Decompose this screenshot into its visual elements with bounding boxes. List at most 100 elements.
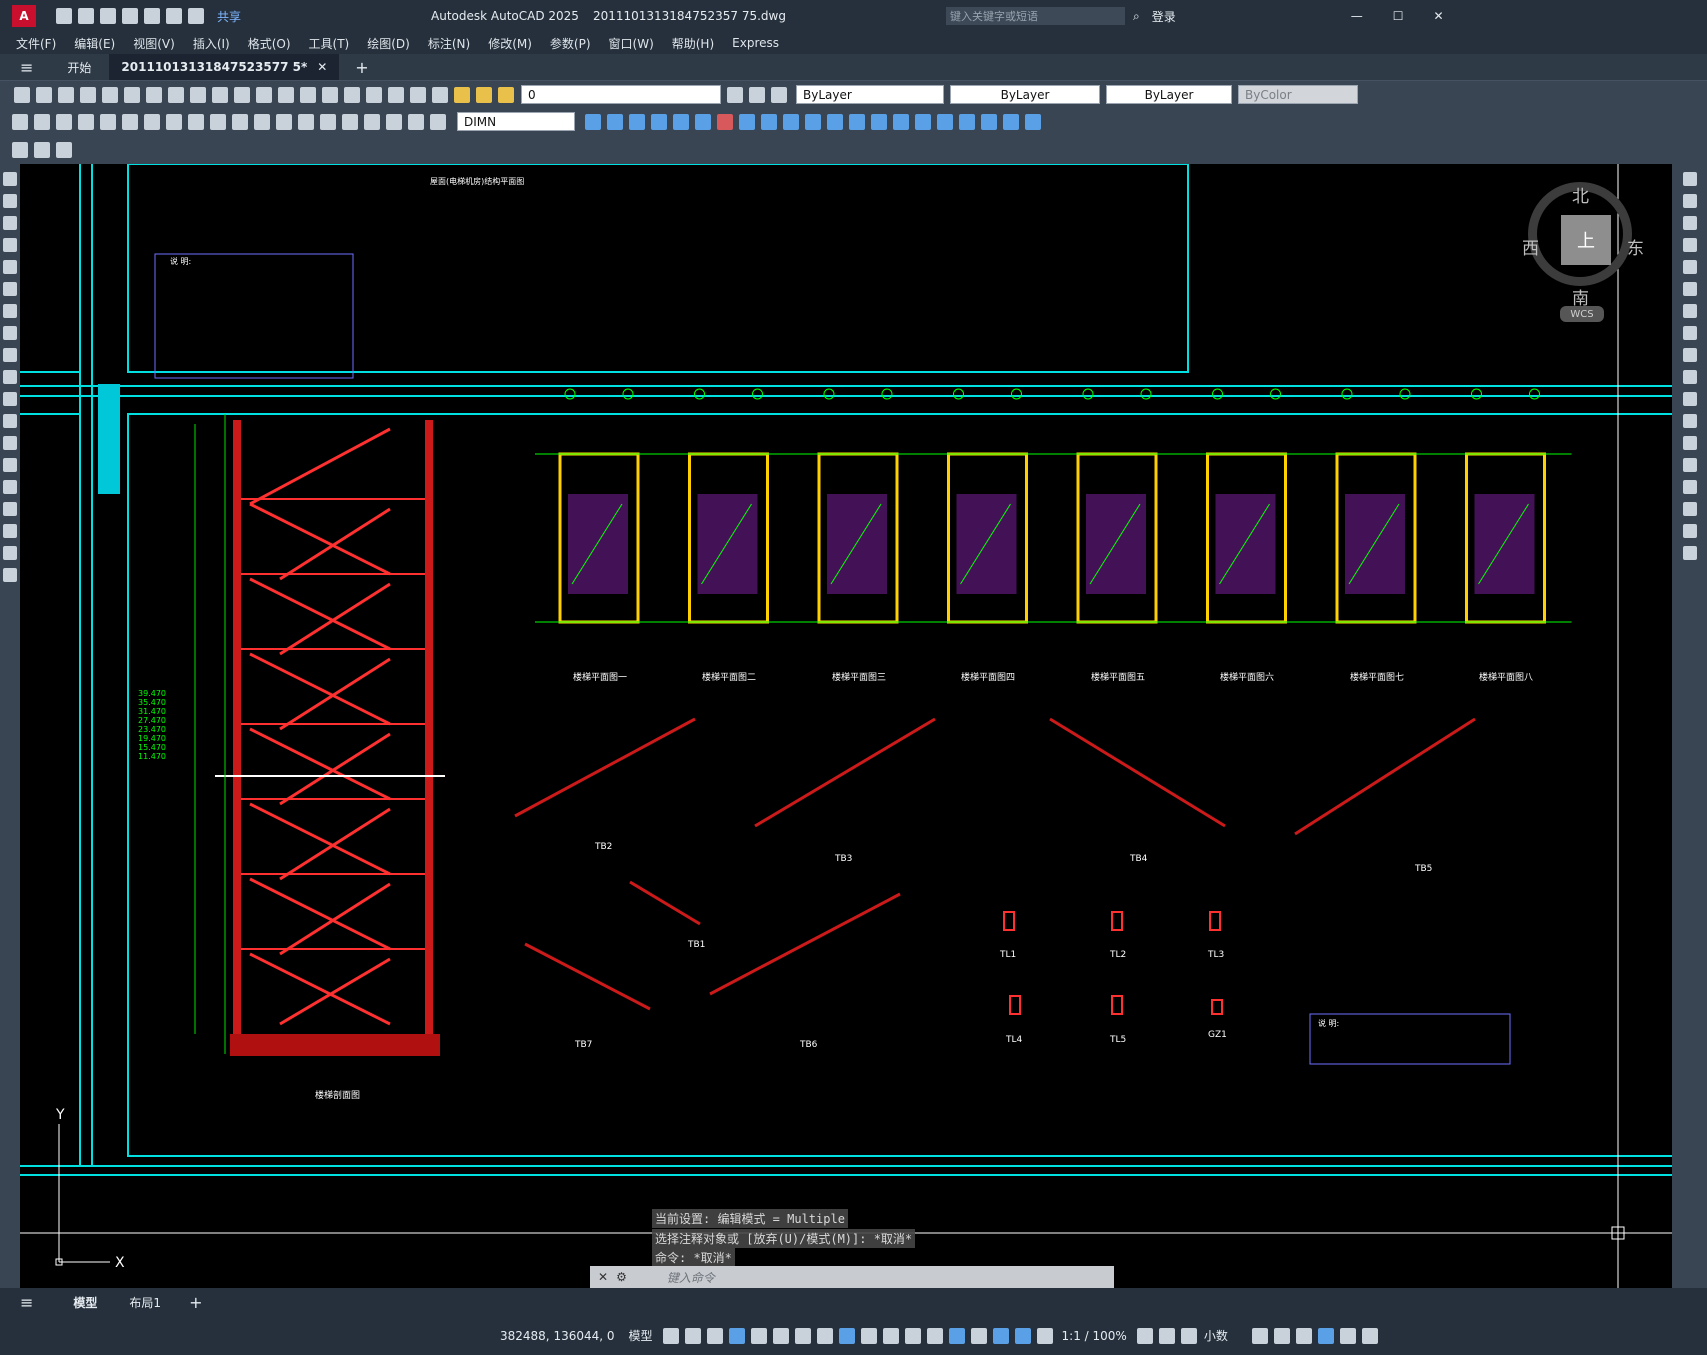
compass-west[interactable]: 西: [1522, 234, 1539, 259]
annotation-monitor-icon[interactable]: [1158, 1327, 1175, 1344]
dim-linear-icon[interactable]: [12, 113, 28, 130]
customize-icon[interactable]: [1361, 1327, 1378, 1344]
redo-icon[interactable]: [256, 86, 272, 103]
help-icon[interactable]: [432, 86, 448, 103]
minimize-button[interactable]: —: [1351, 9, 1363, 23]
snap-icon[interactable]: [684, 1327, 701, 1344]
isodraft-icon[interactable]: [794, 1327, 811, 1344]
extra-tool-3-icon[interactable]: [56, 141, 72, 158]
lineweight-dropdown[interactable]: ByLayer: [1106, 85, 1232, 104]
ellipse-arc-icon[interactable]: [3, 392, 17, 406]
layer-manager-icon[interactable]: [454, 86, 470, 103]
lock-ui-icon[interactable]: [1273, 1327, 1290, 1344]
fillet-icon[interactable]: [915, 113, 931, 130]
search-icon[interactable]: ⌕: [1133, 9, 1140, 24]
blend-icon[interactable]: [1682, 524, 1697, 538]
tab-layout1[interactable]: 布局1: [129, 1294, 161, 1311]
undo-icon[interactable]: [234, 86, 250, 103]
publish-icon[interactable]: [124, 86, 140, 103]
menu-item[interactable]: 插入(I): [193, 35, 230, 52]
menu-item[interactable]: 窗口(W): [609, 35, 654, 52]
match-prop-icon[interactable]: [212, 86, 228, 103]
line-icon[interactable]: [3, 172, 17, 186]
drawing-canvas[interactable]: Y X 说 明: 屋面(电梯机房)结构平面图 39.470 35.470 31.…: [20, 164, 1672, 1288]
add-layout-button[interactable]: +: [189, 1293, 202, 1312]
undo-icon[interactable]: [166, 8, 182, 24]
dim-diameter-icon[interactable]: [144, 113, 160, 130]
refedit-icon[interactable]: [1025, 113, 1041, 130]
menu-item[interactable]: 编辑(E): [74, 35, 115, 52]
menu-item[interactable]: 格式(O): [248, 35, 291, 52]
fillet-icon[interactable]: [1682, 502, 1697, 516]
pan-icon[interactable]: [278, 86, 294, 103]
extra-tool-1-icon[interactable]: [12, 141, 28, 158]
tab-start[interactable]: 开始: [67, 59, 91, 76]
selection-cycling-icon[interactable]: [904, 1327, 921, 1344]
graphics-performance-icon[interactable]: [1317, 1327, 1334, 1344]
dimstyle-dropdown[interactable]: DIMN: [457, 112, 575, 131]
layer-dropdown[interactable]: 0: [521, 85, 721, 104]
offset-icon[interactable]: [1682, 238, 1697, 252]
compass-east[interactable]: 东: [1627, 234, 1644, 259]
layer-tool-icon[interactable]: [727, 86, 743, 103]
modify-move-icon[interactable]: [607, 113, 623, 130]
units-icon[interactable]: [1180, 1327, 1197, 1344]
insert-block-icon[interactable]: [3, 414, 17, 428]
trim-icon[interactable]: [805, 113, 821, 130]
tool-palettes-icon[interactable]: [388, 86, 404, 103]
erase-icon[interactable]: [1682, 172, 1697, 186]
chamfer-icon[interactable]: [893, 113, 909, 130]
plotstyle-dropdown[interactable]: ByColor: [1238, 85, 1358, 104]
center-mark-icon[interactable]: [320, 113, 336, 130]
calculator-icon[interactable]: [410, 86, 426, 103]
copy-icon[interactable]: [1682, 194, 1697, 208]
close-button[interactable]: ✕: [1433, 9, 1443, 23]
rectangle-icon[interactable]: [3, 260, 17, 274]
modify-copy-icon[interactable]: [629, 113, 645, 130]
copy-icon[interactable]: [168, 86, 184, 103]
selection-filter-icon[interactable]: [970, 1327, 987, 1344]
menu-item[interactable]: 视图(V): [133, 35, 175, 52]
chamfer-icon[interactable]: [1682, 480, 1697, 494]
save-as-icon[interactable]: [122, 8, 138, 24]
command-settings-icon[interactable]: ⚙: [616, 1270, 627, 1284]
dim-aligned-icon[interactable]: [34, 113, 50, 130]
modify-offset-icon[interactable]: [673, 113, 689, 130]
command-input-placeholder[interactable]: 键入命令: [667, 1269, 715, 1286]
table-icon[interactable]: [3, 546, 17, 560]
save-icon[interactable]: [58, 86, 74, 103]
xline-icon[interactable]: [3, 194, 17, 208]
command-line[interactable]: ✕ ⚙ 键入命令: [590, 1266, 1114, 1288]
polygon-icon[interactable]: [3, 238, 17, 252]
app-logo[interactable]: A: [12, 5, 36, 27]
gradient-icon[interactable]: [3, 502, 17, 516]
erase-icon[interactable]: [717, 113, 733, 130]
spline-icon[interactable]: [3, 348, 17, 362]
rotate-icon[interactable]: [739, 113, 755, 130]
annotation-scale[interactable]: 1:1 / 100%: [1062, 1329, 1127, 1343]
dim-style-icon[interactable]: [585, 113, 601, 130]
block-icon[interactable]: [959, 113, 975, 130]
arc-icon[interactable]: [3, 282, 17, 296]
zoom-window-icon[interactable]: [322, 86, 338, 103]
extend-icon[interactable]: [1682, 392, 1697, 406]
plot-icon[interactable]: [144, 8, 160, 24]
explode-icon[interactable]: [1682, 546, 1697, 560]
units-dropdown[interactable]: 小数: [1204, 1327, 1228, 1344]
annotation-visibility-icon[interactable]: [1014, 1327, 1031, 1344]
paste-icon[interactable]: [190, 86, 206, 103]
stretch-icon[interactable]: [783, 113, 799, 130]
zoom-icon[interactable]: [300, 86, 316, 103]
dim-arc-icon[interactable]: [56, 113, 72, 130]
dim-break-icon[interactable]: [276, 113, 292, 130]
linetype-dropdown[interactable]: ByLayer: [950, 85, 1100, 104]
lineweight-icon[interactable]: [860, 1327, 877, 1344]
redo-icon[interactable]: [188, 8, 204, 24]
transparency-icon[interactable]: [882, 1327, 899, 1344]
dim-space-icon[interactable]: [254, 113, 270, 130]
auto-scale-icon[interactable]: [1036, 1327, 1053, 1344]
menu-item[interactable]: 工具(T): [309, 35, 350, 52]
scale-icon[interactable]: [761, 113, 777, 130]
dim-edit-icon[interactable]: [386, 113, 402, 130]
coordinates[interactable]: 382488, 136044, 0: [500, 1329, 615, 1343]
